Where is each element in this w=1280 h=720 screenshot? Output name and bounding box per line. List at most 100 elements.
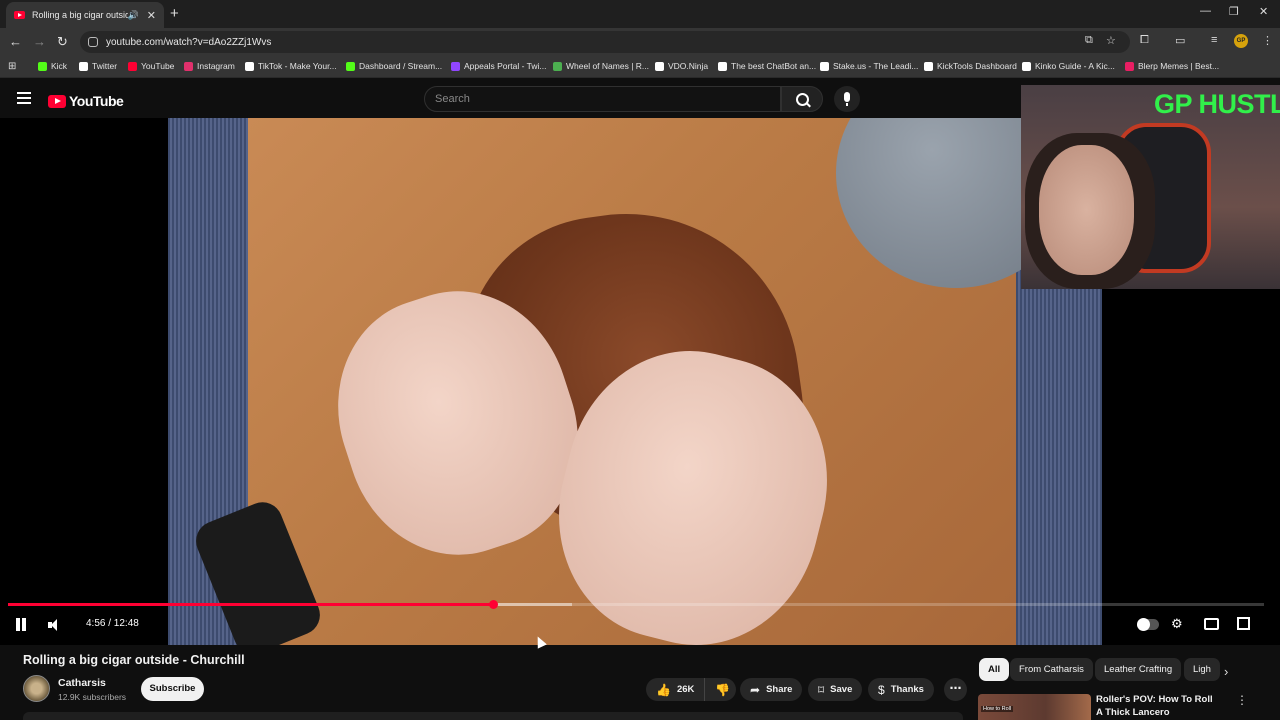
- kick-icon: [38, 61, 47, 71]
- site-info-icon[interactable]: [88, 37, 98, 47]
- bookmark-item[interactable]: Dashboard / Stream...: [346, 61, 442, 71]
- chip-light[interactable]: Ligh: [1184, 658, 1220, 681]
- bookmark-item[interactable]: Wheel of Names | R...: [553, 61, 649, 71]
- bookmark-star-icon[interactable]: ☆: [1106, 34, 1116, 47]
- bookmark-item[interactable]: TikTok - Make Your...: [245, 61, 337, 71]
- bookmark-item[interactable]: The best ChatBot an...: [718, 61, 816, 71]
- kinko-icon: [1022, 61, 1031, 71]
- share-label: Share: [766, 684, 793, 695]
- scrubber-handle[interactable]: [489, 600, 498, 609]
- like-button[interactable]: 👍 26K: [646, 678, 704, 701]
- share-button[interactable]: ➦ Share: [740, 678, 803, 701]
- browser-tabstrip: Rolling a big cigar outside 🔊 ✕ + — ❐ ✕: [0, 0, 1280, 28]
- recommended-more-icon[interactable]: ⋮: [1236, 693, 1248, 707]
- wheel-icon: [553, 61, 562, 71]
- speaker-icon[interactable]: 🔊: [128, 10, 139, 21]
- save-button[interactable]: ⌑ Save: [808, 678, 863, 701]
- bookmark-item[interactable]: Appeals Portal - Twi...: [451, 61, 547, 71]
- bookmark-item[interactable]: VDO.Ninja: [655, 61, 708, 71]
- bookmark-label: Kick: [51, 61, 68, 71]
- browser-tab[interactable]: Rolling a big cigar outside 🔊 ✕: [6, 2, 164, 28]
- youtube-logo[interactable]: YouTube: [48, 93, 124, 109]
- back-icon[interactable]: ←: [9, 34, 22, 49]
- thumbs-down-icon: 👎: [715, 682, 730, 697]
- restore-icon[interactable]: ❐: [1229, 5, 1239, 18]
- new-tab-button[interactable]: +: [170, 5, 179, 22]
- bookmark-label: Dashboard / Stream...: [359, 61, 443, 71]
- close-window-icon[interactable]: ✕: [1259, 5, 1268, 18]
- channel-name[interactable]: Catharsis: [58, 677, 106, 689]
- microphone-icon[interactable]: [834, 86, 860, 112]
- thumbs-up-icon: 👍: [656, 682, 671, 697]
- webcam-overlay: GP HUSTLA: [1021, 85, 1280, 289]
- like-count: 26K: [676, 684, 695, 695]
- video-frame[interactable]: [168, 118, 1102, 645]
- close-tab-icon[interactable]: ✕: [147, 9, 156, 22]
- fullscreen-icon-part: [1237, 617, 1250, 630]
- chip-from-catharsis[interactable]: From Catharsis: [1010, 658, 1093, 681]
- cast-icon[interactable]: ▭: [1175, 34, 1185, 47]
- bookmark-label: Wheel of Names | R...: [566, 61, 649, 71]
- recommended-thumbnail[interactable]: How to Roll: [978, 694, 1091, 720]
- chip-all[interactable]: All: [979, 658, 1010, 681]
- install-app-icon[interactable]: ⧉: [1085, 34, 1093, 47]
- bookmark-item[interactable]: Twitter: [79, 61, 117, 71]
- thanks-button[interactable]: $ Thanks: [868, 678, 934, 701]
- twitter-icon: [79, 61, 88, 71]
- bookmark-label: Appeals Portal - Twi...: [464, 61, 547, 71]
- tab-title: Rolling a big cigar outside: [32, 10, 128, 20]
- pause-button[interactable]: [15, 618, 27, 631]
- channel-avatar[interactable]: [23, 675, 50, 702]
- settings-gear-icon[interactable]: ⚙: [1171, 616, 1183, 632]
- search-icon[interactable]: [781, 86, 823, 112]
- profile-avatar[interactable]: GP: [1234, 34, 1248, 48]
- bookmark-item[interactable]: Instagram: [184, 61, 235, 71]
- minimize-icon[interactable]: —: [1200, 5, 1211, 17]
- dislike-button[interactable]: 👎: [704, 678, 736, 701]
- recommended-title[interactable]: Roller's POV: How To Roll A Thick Lancer…: [1096, 693, 1221, 719]
- dashboard-icon: [346, 61, 355, 71]
- bookmark-label: Stake.us - The Leadi...: [833, 61, 919, 71]
- browser-menu-icon[interactable]: ⋮: [1262, 34, 1273, 47]
- bookmark-label: Blerp Memes | Best...: [1138, 61, 1220, 71]
- forward-icon[interactable]: →: [33, 34, 46, 49]
- bookmark-item[interactable]: KickTools Dashboard: [924, 61, 1017, 71]
- extensions-icon[interactable]: ⧠: [1140, 34, 1149, 47]
- search-input[interactable]: Search: [424, 86, 781, 112]
- bookmark-item[interactable]: Stake.us - The Leadi...: [820, 61, 918, 71]
- youtube-play-icon: [48, 94, 66, 108]
- bookmark-item[interactable]: YouTube: [128, 61, 174, 71]
- bookmark-label: Twitter: [92, 61, 118, 71]
- chevron-right-icon[interactable]: ›: [1224, 664, 1228, 679]
- volume-icon[interactable]: [48, 619, 62, 631]
- video-title: Rolling a big cigar outside - Churchill: [23, 653, 245, 667]
- hamburger-menu-icon[interactable]: [17, 92, 31, 104]
- thumbnail-text: How to Roll: [981, 706, 1014, 712]
- apps-grid-icon[interactable]: ⊞: [8, 61, 16, 72]
- bookmark-icon: ⌑: [818, 682, 825, 697]
- chip-leather-crafting[interactable]: Leather Crafting: [1095, 658, 1182, 681]
- description-box[interactable]: [23, 712, 963, 720]
- media-control-icon[interactable]: ≡: [1211, 34, 1217, 46]
- twitch-icon: [451, 61, 460, 71]
- reload-icon[interactable]: ↻: [57, 34, 68, 50]
- vdo-ninja-icon: [655, 61, 664, 71]
- bookmark-label: YouTube: [141, 61, 175, 71]
- time-display: 4:56 / 12:48: [86, 618, 139, 629]
- youtube-wordmark: YouTube: [69, 93, 124, 109]
- address-bar[interactable]: youtube.com/watch?v=dAo2ZZj1Wvs: [80, 31, 1130, 53]
- bookmark-item[interactable]: Kinko Guide - A Kic...: [1022, 61, 1115, 71]
- bookmark-item[interactable]: Blerp Memes | Best...: [1125, 61, 1219, 71]
- bookmark-label: VDO.Ninja: [668, 61, 709, 71]
- progress-played: [8, 603, 493, 606]
- bookmark-item[interactable]: Kick: [38, 61, 67, 71]
- subtitles-icon[interactable]: [1204, 618, 1219, 630]
- save-label: Save: [830, 684, 853, 695]
- autoplay-toggle[interactable]: [1137, 618, 1159, 631]
- blerp-icon: [1125, 61, 1134, 71]
- subscribe-button[interactable]: Subscribe: [141, 677, 204, 701]
- share-icon: ➦: [750, 682, 761, 697]
- more-actions-icon[interactable]: ⋯: [944, 678, 967, 701]
- streamer-face: [1039, 145, 1134, 275]
- chatbot-icon: [718, 61, 727, 71]
